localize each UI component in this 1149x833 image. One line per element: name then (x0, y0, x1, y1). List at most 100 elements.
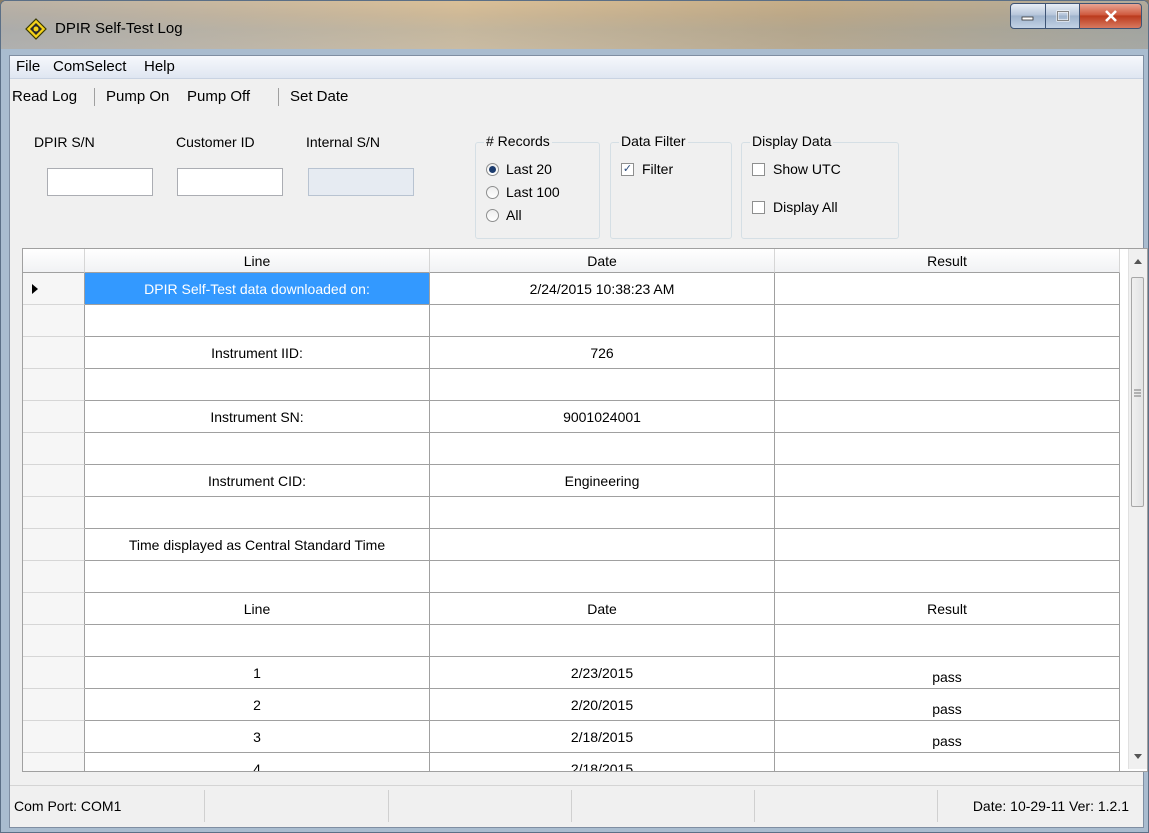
column-header-date[interactable]: Date (430, 249, 775, 273)
grid-cell-result[interactable] (775, 625, 1120, 657)
radio-last-20[interactable]: Last 20 (486, 161, 552, 177)
row-header[interactable] (23, 401, 85, 433)
title-bar[interactable]: DPIR Self-Test Log (1, 1, 1148, 49)
grid-cell-line[interactable]: Instrument SN: (85, 401, 430, 433)
grid-cell-result[interactable] (775, 529, 1120, 561)
menu-help[interactable]: Help (144, 58, 175, 75)
grid-cell-date[interactable]: 726 (430, 337, 775, 369)
grid-cell-line[interactable]: 3 (85, 721, 430, 753)
grid-cell-line[interactable] (85, 561, 430, 593)
row-header[interactable] (23, 625, 85, 657)
read-log-button[interactable]: Read Log (12, 88, 77, 105)
grid-cell-date[interactable]: 2/24/2015 10:38:23 AM (430, 273, 775, 305)
grid-cell-result[interactable] (775, 273, 1120, 305)
column-header-line[interactable]: Line (85, 249, 430, 273)
grid-cell-result[interactable] (775, 337, 1120, 369)
row-header[interactable] (23, 433, 85, 465)
minimize-button[interactable] (1010, 3, 1046, 29)
grid-cell-date[interactable] (430, 625, 775, 657)
radio-last-100-label: Last 100 (506, 184, 560, 200)
grid-cell-line[interactable]: 2 (85, 689, 430, 721)
minimize-icon (1021, 16, 1034, 21)
grid-cell-date[interactable] (430, 433, 775, 465)
pump-on-button[interactable]: Pump On (106, 88, 169, 105)
grid-cell-line[interactable]: Line (85, 593, 430, 625)
pump-off-button[interactable]: Pump Off (187, 88, 250, 105)
column-header-result[interactable]: Result (775, 249, 1120, 273)
close-button[interactable] (1080, 3, 1142, 29)
grid-cell-result[interactable] (775, 465, 1120, 497)
grid-cell-date[interactable] (430, 529, 775, 561)
grid-cell-date[interactable] (430, 497, 775, 529)
grid-cell-line[interactable]: Instrument IID: (85, 337, 430, 369)
grid-cell-result[interactable] (775, 561, 1120, 593)
grid-cell-date[interactable]: 2/23/2015 (430, 657, 775, 689)
row-header[interactable] (23, 273, 85, 305)
app-diamond-icon (25, 18, 47, 40)
menu-comselect[interactable]: ComSelect (53, 58, 126, 75)
display-all-checkbox[interactable]: Display All (752, 199, 838, 215)
grid-cell-result[interactable] (775, 369, 1120, 401)
checkbox-empty-icon (752, 200, 765, 214)
radio-last-100[interactable]: Last 100 (486, 184, 560, 200)
grid-cell-result[interactable]: pass (775, 657, 1120, 689)
row-header[interactable] (23, 465, 85, 497)
display-all-label: Display All (773, 199, 838, 215)
row-header[interactable] (23, 561, 85, 593)
grid-cell-result[interactable] (775, 433, 1120, 465)
grid-cell-date[interactable] (430, 369, 775, 401)
grid-cell-date[interactable]: 2/18/2015 (430, 721, 775, 753)
row-header[interactable] (23, 497, 85, 529)
scroll-up-icon[interactable] (1129, 251, 1147, 271)
data-filter-group: Data Filter ✓ Filter (610, 133, 732, 239)
scrollbar-thumb[interactable] (1131, 277, 1144, 507)
filter-checkbox[interactable]: ✓ Filter (621, 161, 673, 177)
grid-cell-line[interactable] (85, 497, 430, 529)
row-header[interactable] (23, 529, 85, 561)
grid-cell-result[interactable] (775, 753, 1120, 771)
dpir-sn-field[interactable] (47, 168, 153, 196)
grid-cell-date[interactable]: 9001024001 (430, 401, 775, 433)
row-header[interactable] (23, 689, 85, 721)
grid-cell-date[interactable] (430, 305, 775, 337)
grid-cell-result[interactable] (775, 497, 1120, 529)
grid-cell-line[interactable]: Instrument CID: (85, 465, 430, 497)
set-date-button[interactable]: Set Date (290, 88, 348, 105)
menu-file[interactable]: File (16, 58, 40, 75)
maximize-button[interactable] (1046, 3, 1080, 29)
row-header[interactable] (23, 337, 85, 369)
grid-cell-result[interactable]: pass (775, 689, 1120, 721)
status-bar: Com Port: COM1 Date: 10-29-11 Ver: 1.2.1 (10, 785, 1143, 826)
show-utc-checkbox[interactable]: Show UTC (752, 161, 841, 177)
grid-cell-date[interactable]: 2/20/2015 (430, 689, 775, 721)
grid-cell-date[interactable]: Engineering (430, 465, 775, 497)
vertical-scrollbar[interactable] (1128, 249, 1147, 769)
grid-cell-line[interactable]: 1 (85, 657, 430, 689)
radio-all[interactable]: All (486, 207, 522, 223)
grid-cell-date[interactable]: 2/18/2015 (430, 753, 775, 771)
grid-cell-line[interactable] (85, 369, 430, 401)
row-header[interactable] (23, 657, 85, 689)
row-header[interactable] (23, 753, 85, 771)
log-data-grid[interactable]: Line Date Result DPIR Self-Test data dow… (22, 248, 1148, 772)
grid-cell-result[interactable]: pass (775, 721, 1120, 753)
grid-cell-line[interactable] (85, 305, 430, 337)
status-panel-empty (754, 790, 938, 822)
row-header[interactable] (23, 721, 85, 753)
grid-cell-line[interactable]: DPIR Self-Test data downloaded on: (85, 273, 430, 305)
grid-cell-result[interactable] (775, 305, 1120, 337)
row-header[interactable] (23, 369, 85, 401)
row-header[interactable] (23, 305, 85, 337)
grid-cell-date[interactable] (430, 561, 775, 593)
grid-cell-date[interactable]: Date (430, 593, 775, 625)
row-header[interactable] (23, 593, 85, 625)
grid-cell-line[interactable] (85, 625, 430, 657)
scroll-down-icon[interactable] (1129, 747, 1147, 767)
grid-cell-line[interactable]: 4 (85, 753, 430, 771)
checkmark-icon: ✓ (621, 162, 634, 176)
customer-id-field[interactable] (177, 168, 283, 196)
grid-cell-line[interactable] (85, 433, 430, 465)
grid-cell-result[interactable] (775, 401, 1120, 433)
grid-cell-result[interactable]: Result (775, 593, 1120, 625)
grid-cell-line[interactable]: Time displayed as Central Standard Time (85, 529, 430, 561)
